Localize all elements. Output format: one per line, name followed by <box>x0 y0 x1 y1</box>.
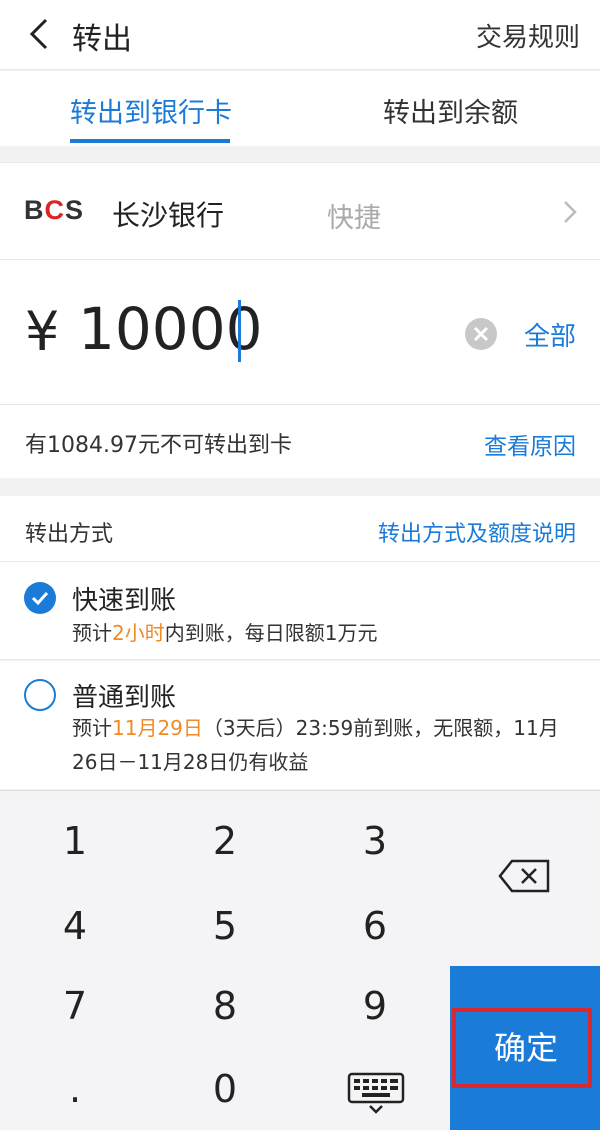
trade-rules-link[interactable]: 交易规则 <box>476 17 580 54</box>
key-0[interactable]: 0 <box>155 1049 295 1129</box>
option-title: 普通到账 <box>72 683 177 713</box>
confirm-button[interactable]: 确定 <box>450 966 600 1130</box>
key-5[interactable]: 5 <box>155 886 295 966</box>
key-4[interactable]: 4 <box>5 886 145 966</box>
amount-input-area[interactable]: ¥ 10000 全部 <box>0 260 600 405</box>
bank-name: 长沙银行 <box>112 199 225 232</box>
key-decimal[interactable]: . <box>5 1049 145 1129</box>
numeric-keypad: 1 2 3 4 5 6 7 8 9 . 0 确定 <box>0 790 600 1130</box>
chevron-right-icon <box>564 201 577 223</box>
bank-card-type: 快捷 <box>327 203 381 234</box>
hide-keyboard-icon[interactable] <box>346 1071 406 1115</box>
top-bar: 转出 交易规则 <box>0 0 600 70</box>
clear-icon[interactable] <box>465 318 497 350</box>
key-8[interactable]: 8 <box>155 966 295 1046</box>
back-arrow-icon[interactable] <box>22 14 62 54</box>
currency-symbol: ¥ <box>25 300 60 363</box>
key-2[interactable]: 2 <box>155 801 295 881</box>
bank-card-selector[interactable]: BCS 长沙银行 快捷 <box>0 162 600 260</box>
option-fast-arrival[interactable]: 快速到账 预计2小时内到账，每日限额1万元 <box>0 562 600 660</box>
tab-to-balance[interactable]: 转出到余额 <box>383 91 518 130</box>
page-title: 转出 <box>72 22 132 57</box>
key-9[interactable]: 9 <box>305 966 445 1046</box>
radio-unchecked-icon[interactable] <box>24 679 56 711</box>
option-title: 快速到账 <box>72 586 177 616</box>
view-reason-link[interactable]: 查看原因 <box>484 427 576 461</box>
all-amount-button[interactable]: 全部 <box>524 316 576 353</box>
bank-logo: BCS <box>24 195 85 225</box>
key-3[interactable]: 3 <box>305 801 445 881</box>
method-explanation-link[interactable]: 转出方式及额度说明 <box>378 516 576 548</box>
key-6[interactable]: 6 <box>305 886 445 966</box>
text-cursor <box>238 300 241 362</box>
key-7[interactable]: 7 <box>5 966 145 1046</box>
option-description: 预计2小时内到账，每日限额1万元 <box>72 621 378 645</box>
key-1[interactable]: 1 <box>5 801 145 881</box>
backspace-icon[interactable] <box>490 851 560 901</box>
amount-input[interactable]: 10000 <box>78 295 263 363</box>
confirm-label: 确定 <box>493 1029 558 1067</box>
option-normal-arrival[interactable]: 普通到账 预计11月29日（3天后）23:59前到账，无限额，11月26日－11… <box>0 661 600 789</box>
notice-text: 有1084.97元不可转出到卡 <box>25 433 292 458</box>
method-label: 转出方式 <box>25 522 114 547</box>
tab-to-bank-card[interactable]: 转出到银行卡 <box>70 91 232 130</box>
transfer-notice: 有1084.97元不可转出到卡 查看原因 <box>0 405 600 478</box>
active-tab-indicator <box>70 139 230 143</box>
option-description: 预计11月29日（3天后）23:59前到账，无限额，11月26日－11月28日仍… <box>72 716 559 774</box>
transfer-method-header: 转出方式 转出方式及额度说明 <box>0 496 600 562</box>
confirm-highlight-box: 确定 <box>452 1008 592 1088</box>
radio-checked-icon[interactable] <box>24 582 56 614</box>
transfer-tabs: 转出到银行卡 转出到余额 <box>0 71 600 146</box>
